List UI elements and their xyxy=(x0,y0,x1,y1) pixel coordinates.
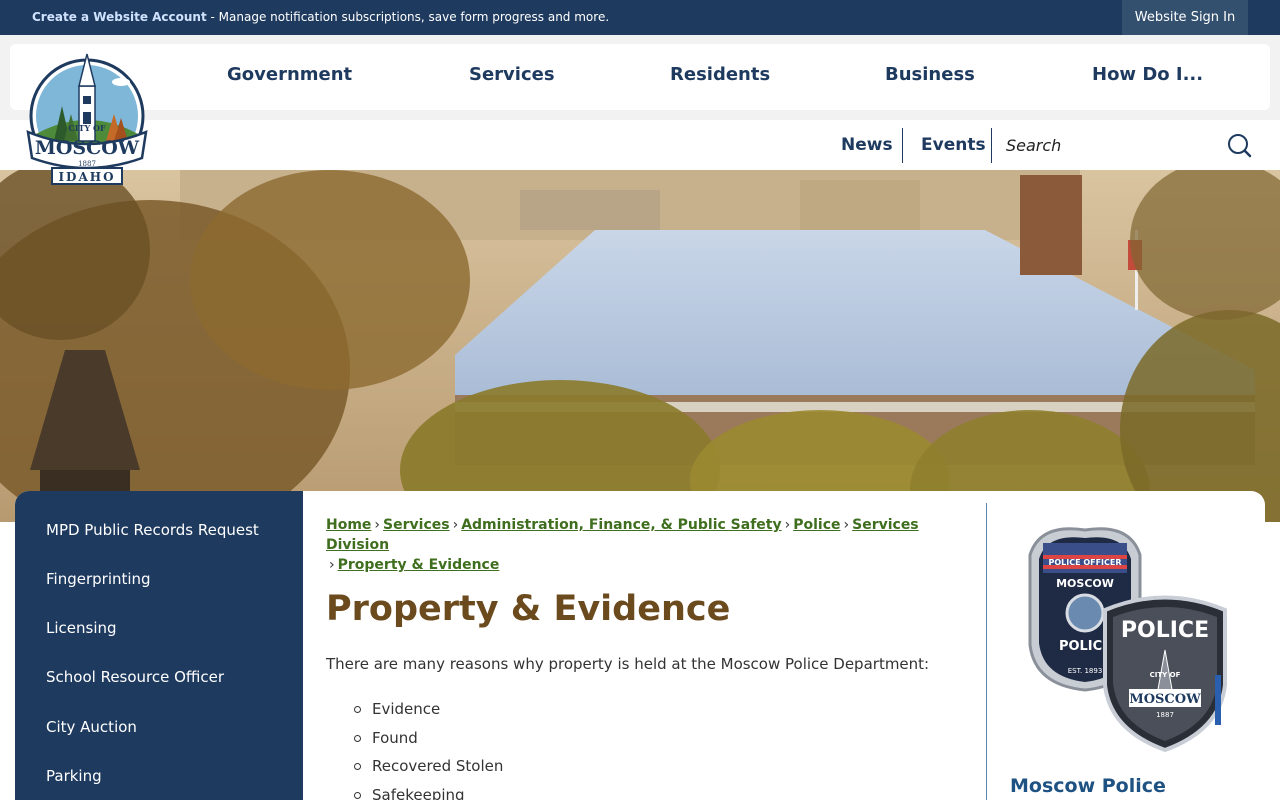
main-content: Home › Services › Administration, Finance, &… xyxy=(326,491,986,800)
utility-bar: Create a Website Account - Manage notifi… xyxy=(0,0,1280,35)
search-icon xyxy=(1228,134,1252,158)
bullet-icon xyxy=(354,791,361,799)
search-button[interactable] xyxy=(1224,130,1254,160)
reasons-list: Evidence Found Recovered Stolen Safekeep… xyxy=(354,699,504,800)
sidebar-item-school-resource-officer[interactable]: School Resource Officer xyxy=(46,668,224,686)
search-input[interactable] xyxy=(998,128,1208,162)
website-sign-in-button[interactable]: Website Sign In xyxy=(1122,0,1248,35)
list-item: Evidence xyxy=(354,699,503,728)
secondary-nav: News Events xyxy=(0,120,1280,170)
city-logo[interactable]: CITY OF MOSCOW 1887 IDAHO xyxy=(24,46,150,186)
breadcrumb-police[interactable]: Police xyxy=(793,517,840,533)
badge-patch-line3: MOSCOW xyxy=(1129,692,1201,707)
logo-city-of: CITY OF xyxy=(68,123,106,133)
nav-government[interactable]: Government xyxy=(227,64,352,85)
sidebar-item-fingerprinting[interactable]: Fingerprinting xyxy=(46,570,151,588)
badge-patch-line4: 1887 xyxy=(1156,711,1174,719)
page-title: Property & Evidence xyxy=(326,589,731,629)
account-message: Create a Website Account - Manage notifi… xyxy=(32,10,609,24)
bullet-icon xyxy=(354,763,361,770)
nav-how-do-i[interactable]: How Do I... xyxy=(1092,64,1203,85)
breadcrumb-property-evidence[interactable]: Property & Evidence xyxy=(338,557,500,573)
logo-moscow: MOSCOW xyxy=(35,137,140,159)
bullet-icon xyxy=(354,734,361,742)
logo-idaho: IDAHO xyxy=(58,170,115,184)
breadcrumb-separator: › xyxy=(374,517,381,533)
bullet-icon xyxy=(354,706,361,713)
content-card: MPD Public Records Request Fingerprintin… xyxy=(15,491,1265,800)
list-item: Safekeeping xyxy=(354,785,503,800)
breadcrumb: Home › Services › Administration, Finance, &… xyxy=(326,515,966,575)
list-item-label: Found xyxy=(372,728,418,747)
divider xyxy=(902,128,903,163)
account-description: - Manage notification subscriptions, sav… xyxy=(206,10,610,24)
badge-patch-line1: POLICE xyxy=(1121,618,1209,643)
breadcrumb-separator: › xyxy=(452,517,459,533)
sidebar-item-city-auction[interactable]: City Auction xyxy=(46,718,137,736)
events-link[interactable]: Events xyxy=(921,135,986,155)
breadcrumb-separator: › xyxy=(843,517,850,533)
news-link[interactable]: News xyxy=(841,135,893,155)
nav-business[interactable]: Business xyxy=(885,64,975,85)
breadcrumb-administration[interactable]: Administration, Finance, & Public Safety xyxy=(461,517,781,533)
sidebar-item-parking[interactable]: Parking xyxy=(46,767,102,785)
breadcrumb-home[interactable]: Home xyxy=(326,517,371,533)
list-item: Found xyxy=(354,728,503,757)
site-header: Government Services Residents Business H… xyxy=(0,35,1280,170)
logo-year: 1887 xyxy=(78,160,96,168)
list-item-label: Evidence xyxy=(372,700,441,718)
hero-image xyxy=(0,170,1280,522)
sidebar-nav: MPD Public Records Request Fingerprintin… xyxy=(15,491,303,800)
badge-officer-line4: EST. 1893 xyxy=(1068,667,1103,675)
badge-patch-line2: CITY OF xyxy=(1150,671,1181,679)
badge-officer-line2: MOSCOW xyxy=(1056,577,1114,590)
list-item: Recovered Stolen xyxy=(354,756,504,785)
sidebar-item-licensing[interactable]: Licensing xyxy=(46,619,117,637)
main-nav: Government Services Residents Business H… xyxy=(10,44,1270,110)
sidebar-item-public-records[interactable]: MPD Public Records Request xyxy=(46,521,259,539)
list-item-label: Safekeeping xyxy=(372,785,465,800)
right-panel: POLICE OFFICER MOSCOW POLICE EST. 1893 P… xyxy=(987,491,1265,800)
list-item-label: Recovered Stolen xyxy=(372,757,504,775)
badge-officer-line1: POLICE OFFICER xyxy=(1048,558,1121,567)
nav-services[interactable]: Services xyxy=(469,64,555,85)
divider xyxy=(991,128,992,163)
breadcrumb-separator: › xyxy=(784,517,791,533)
breadcrumb-separator: › xyxy=(329,557,335,573)
moscow-police-heading[interactable]: Moscow Police xyxy=(1010,775,1166,797)
police-badges-image: POLICE OFFICER MOSCOW POLICE EST. 1893 P… xyxy=(1025,525,1235,755)
intro-text: There are many reasons why property is h… xyxy=(326,655,930,673)
create-account-link[interactable]: Create a Website Account xyxy=(32,10,207,24)
breadcrumb-services[interactable]: Services xyxy=(383,517,450,533)
nav-residents[interactable]: Residents xyxy=(670,64,770,85)
